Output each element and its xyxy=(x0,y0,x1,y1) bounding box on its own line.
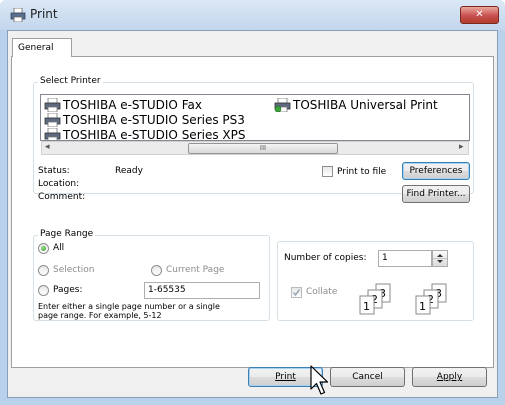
selection-radio[interactable] xyxy=(38,265,49,276)
printer-name: TOSHIBA e-STUDIO Series XPS xyxy=(63,128,246,141)
location-label: Location: xyxy=(38,179,80,189)
printer-icon xyxy=(44,113,61,127)
printer-name: TOSHIBA Universal Print xyxy=(293,98,438,112)
copies-group: Number of copies: 1 Collate 3 2 1 3 2 xyxy=(277,241,474,321)
printer-list[interactable]: TOSHIBA e-STUDIO Fax TOSHIBA e-STUDIO Se… xyxy=(40,94,470,141)
spinner-arrows-icon xyxy=(433,254,447,263)
comment-label: Comment: xyxy=(38,192,86,202)
printer-icon xyxy=(44,128,61,140)
selection-label[interactable]: Selection xyxy=(53,265,94,275)
tab-general[interactable]: General xyxy=(12,38,72,57)
pages-label[interactable]: Pages: xyxy=(53,285,83,295)
print-to-file-checkbox[interactable] xyxy=(322,166,333,177)
printer-icon xyxy=(10,8,26,22)
cancel-button[interactable]: Cancel xyxy=(330,367,405,387)
printer-icon xyxy=(44,98,61,112)
collate-pages-icon: 3 2 1 3 2 1 xyxy=(359,283,447,315)
collate-checkbox[interactable] xyxy=(291,287,302,298)
current-page-label[interactable]: Current Page xyxy=(166,265,224,275)
status-label: Status: xyxy=(38,166,70,176)
scroll-right-arrow-icon[interactable]: ▸ xyxy=(459,142,464,152)
mouse-cursor-icon xyxy=(310,365,329,395)
printer-name: TOSHIBA e-STUDIO Series PS3 xyxy=(63,113,245,127)
scrollbar-grip-icon: III xyxy=(259,144,267,152)
all-label[interactable]: All xyxy=(53,243,64,253)
printer-list-scrollbar[interactable]: ◂ III ▸ xyxy=(41,141,469,155)
page-range-group: Page Range All Selection Current Page Pa… xyxy=(33,229,270,321)
page-range-legend: Page Range xyxy=(38,229,96,239)
checkmark-icon xyxy=(292,289,301,297)
printer-item[interactable]: TOSHIBA e-STUDIO Series PS3 xyxy=(44,113,245,127)
title-bar[interactable]: Print ✕ xyxy=(0,0,505,30)
dialog-client-area: Select Printer TOSHIBA e-STUDIO Fax TOSH… xyxy=(7,30,498,398)
svg-text:1: 1 xyxy=(363,300,370,313)
scroll-left-arrow-icon[interactable]: ◂ xyxy=(45,142,50,152)
printer-item-selected[interactable]: TOSHIBA Universal Print xyxy=(274,98,438,112)
status-value: Ready xyxy=(115,166,143,176)
pages-radio[interactable] xyxy=(38,285,49,296)
page-range-hint-line1: Enter either a single page number or a s… xyxy=(38,302,220,311)
close-icon: ✕ xyxy=(475,9,484,20)
general-tab-panel: Select Printer TOSHIBA e-STUDIO Fax TOSH… xyxy=(11,56,494,368)
preferences-button[interactable]: Preferences xyxy=(402,162,470,180)
collate-label[interactable]: Collate xyxy=(306,287,337,297)
select-printer-group: Select Printer TOSHIBA e-STUDIO Fax TOSH… xyxy=(33,76,474,203)
page-range-hint-line2: page range. For example, 5-12 xyxy=(38,311,162,320)
close-button[interactable]: ✕ xyxy=(460,6,499,24)
copies-spinner[interactable] xyxy=(432,250,448,267)
svg-text:1: 1 xyxy=(419,300,426,313)
printer-name: TOSHIBA e-STUDIO Fax xyxy=(63,98,202,112)
number-of-copies-label: Number of copies: xyxy=(284,253,367,263)
printer-item[interactable]: TOSHIBA e-STUDIO Series XPS xyxy=(44,128,246,141)
window-title: Print xyxy=(30,7,58,21)
print-dialog-window: Print ✕ Select Printer TOSHIBA e-STUDIO … xyxy=(0,0,505,405)
current-page-radio[interactable] xyxy=(151,265,162,276)
select-printer-legend: Select Printer xyxy=(38,76,103,86)
network-printer-icon xyxy=(274,98,291,112)
pages-input[interactable]: 1-65535 xyxy=(144,282,260,299)
copies-input[interactable]: 1 xyxy=(378,250,432,267)
all-radio[interactable] xyxy=(38,243,49,254)
scrollbar-thumb[interactable]: III xyxy=(188,143,338,154)
print-to-file-label[interactable]: Print to file xyxy=(337,167,386,177)
printer-item[interactable]: TOSHIBA e-STUDIO Fax xyxy=(44,98,202,112)
apply-button[interactable]: Apply xyxy=(412,367,487,387)
find-printer-button[interactable]: Find Printer... xyxy=(402,185,470,203)
